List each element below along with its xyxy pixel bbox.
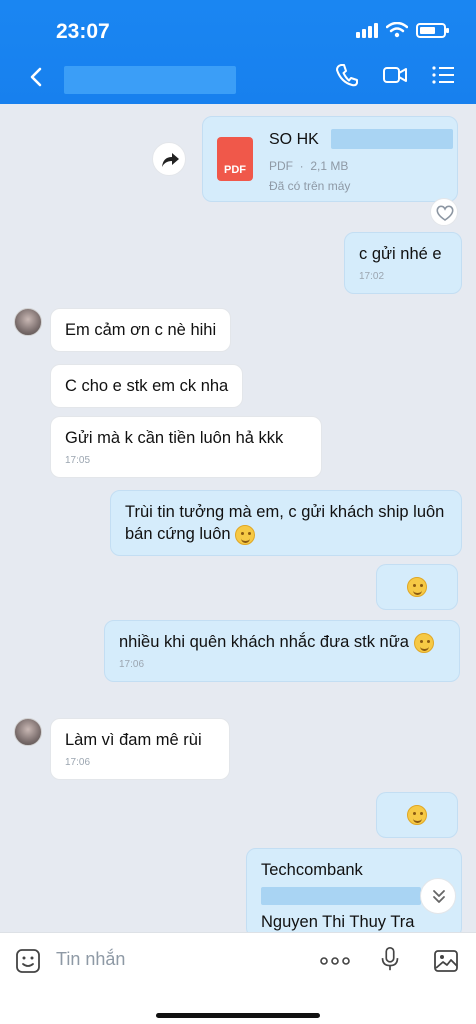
file-name: SO HK [269, 131, 319, 148]
message-text: Trùi tin tưởng mà em, c gửi khách ship l… [125, 503, 445, 543]
chevron-double-down-icon [433, 890, 445, 903]
smile-emoji-icon [235, 524, 256, 545]
message-text: Nguyen Thi Thuy Tra [261, 913, 415, 931]
smile-emoji-icon [407, 576, 427, 597]
message-text: Gửi mà k cần tiền luôn hả kkk [65, 429, 284, 447]
avatar[interactable] [14, 718, 42, 746]
file-meta: PDF · 2,1 MB [269, 159, 349, 173]
message-text: Em cảm ơn c nè hihi [65, 321, 217, 339]
message-text: C cho e stk em ck nha [65, 377, 229, 395]
file-name-redacted [331, 129, 453, 149]
account-number-redacted [261, 887, 421, 905]
message-time: 17:02 [359, 271, 385, 282]
message-bubble-outgoing[interactable] [376, 564, 458, 610]
chat-area[interactable]: PDF SO HK PDF · 2,1 MB Đã có trên máy c … [0, 104, 476, 932]
heart-icon [436, 205, 454, 221]
message-text: Làm vì đam mê rùi [65, 731, 202, 749]
file-status: Đã có trên máy [269, 179, 351, 193]
message-bubble-outgoing[interactable]: c gửi nhé e 17:02 [344, 232, 462, 294]
message-text: nhiều khi quên khách nhắc đưa stk nữa [119, 633, 409, 651]
message-bubble-outgoing[interactable]: Trùi tin tưởng mà em, c gửi khách ship l… [110, 490, 462, 556]
message-bubble-incoming[interactable]: C cho e stk em ck nha [50, 364, 244, 408]
message-bubble-incoming[interactable]: Em cảm ơn c nè hihi [50, 308, 232, 352]
battery-icon [416, 22, 449, 38]
pdf-file-icon: PDF [217, 137, 253, 181]
more-dots-icon[interactable] [318, 947, 352, 975]
header-actions [334, 62, 456, 88]
status-icons [356, 22, 449, 38]
react-button[interactable] [430, 198, 458, 226]
share-arrow-icon [162, 153, 179, 167]
message-time: 17:06 [65, 757, 91, 768]
video-call-icon[interactable] [382, 62, 408, 88]
grin-emoji-icon [413, 632, 434, 653]
file-message[interactable]: PDF SO HK PDF · 2,1 MB Đã có trên máy [202, 116, 458, 202]
avatar[interactable] [14, 308, 42, 336]
message-input[interactable]: Tin nhắn [56, 949, 125, 970]
contact-name[interactable] [64, 66, 236, 94]
sticker-icon[interactable] [14, 947, 42, 975]
signal-icon [356, 22, 378, 38]
back-chevron-icon[interactable] [22, 62, 52, 92]
file-size: 2,1 MB [310, 159, 349, 173]
grin-emoji-icon [407, 804, 427, 825]
message-time: 17:05 [65, 455, 91, 466]
list-menu-icon[interactable] [430, 62, 456, 88]
message-bubble-outgoing[interactable]: nhiều khi quên khách nhắc đưa stk nữa 17… [104, 620, 460, 682]
app-header: 23:07 [0, 0, 476, 104]
message-bubble-incoming[interactable]: Gửi mà k cần tiền luôn hả kkk 17:05 [50, 416, 322, 478]
status-time: 23:07 [56, 20, 110, 43]
image-icon[interactable] [432, 947, 460, 975]
message-text: Techcombank [261, 861, 363, 879]
message-time: 17:06 [119, 659, 145, 670]
wifi-icon [386, 22, 408, 38]
file-type: PDF [269, 159, 293, 173]
message-bubble-incoming[interactable]: Làm vì đam mê rùi 17:06 [50, 718, 230, 780]
microphone-icon[interactable] [376, 945, 404, 973]
share-button[interactable] [152, 142, 186, 176]
phone-icon[interactable] [334, 62, 360, 88]
home-indicator [156, 1013, 320, 1018]
scroll-down-button[interactable] [420, 878, 456, 914]
composer-bar: Tin nhắn [0, 932, 476, 1024]
message-bubble-outgoing[interactable] [376, 792, 458, 838]
message-text: c gửi nhé e [359, 245, 442, 263]
